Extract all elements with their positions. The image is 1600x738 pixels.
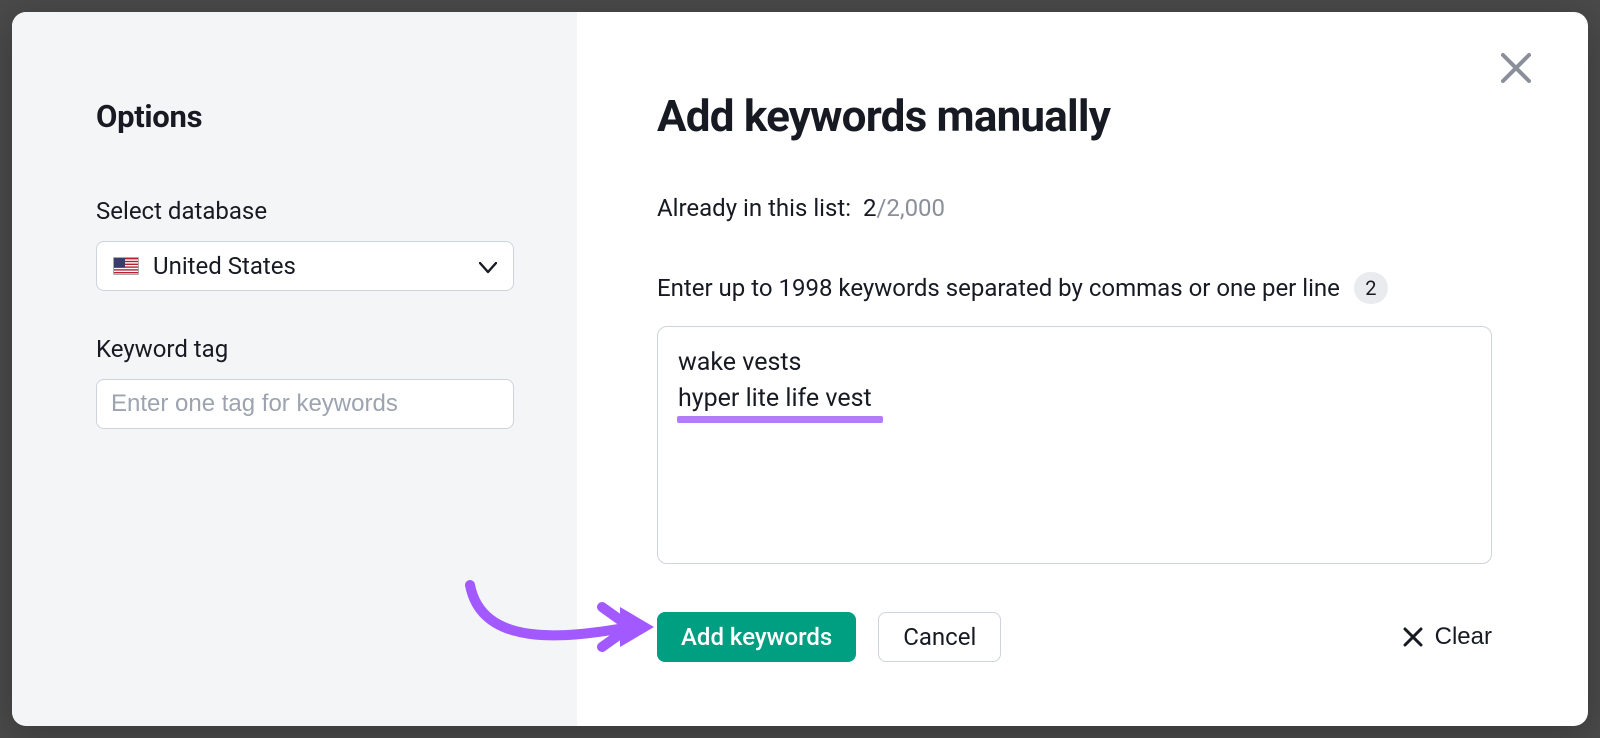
close-icon — [1403, 627, 1423, 647]
main-title: Add keywords manually — [657, 90, 1528, 142]
already-in-list-row: Already in this list: 2/2,000 — [657, 194, 1528, 222]
main-panel: Add keywords manually Already in this li… — [577, 12, 1588, 726]
actions-row: Add keywords Cancel Clear — [657, 612, 1492, 662]
sidebar-title: Options — [96, 98, 497, 135]
add-keywords-modal: Options Select database United States — [12, 12, 1588, 726]
entered-count-badge: 2 — [1354, 272, 1388, 304]
clear-label: Clear — [1435, 623, 1492, 651]
chevron-down-icon — [479, 252, 497, 280]
keywords-textarea[interactable] — [657, 326, 1492, 564]
options-sidebar: Options Select database United States — [12, 12, 577, 726]
keyword-tag-input[interactable] — [96, 379, 514, 429]
already-max: /2,000 — [876, 194, 945, 222]
us-flag-icon — [113, 257, 139, 275]
enter-label: Enter up to 1998 keywords separated by c… — [657, 274, 1340, 302]
database-select[interactable]: United States — [96, 241, 514, 291]
already-current: 2 — [863, 194, 877, 222]
close-icon — [1499, 51, 1533, 85]
database-label: Select database — [96, 197, 497, 225]
database-value: United States — [153, 252, 296, 280]
enter-instructions-row: Enter up to 1998 keywords separated by c… — [657, 272, 1528, 304]
keyword-tag-label: Keyword tag — [96, 335, 497, 363]
already-label: Already in this list: — [657, 194, 851, 222]
add-keywords-button[interactable]: Add keywords — [657, 612, 856, 662]
cancel-button[interactable]: Cancel — [878, 612, 1001, 662]
close-button[interactable] — [1494, 46, 1538, 90]
clear-button[interactable]: Clear — [1403, 623, 1492, 651]
